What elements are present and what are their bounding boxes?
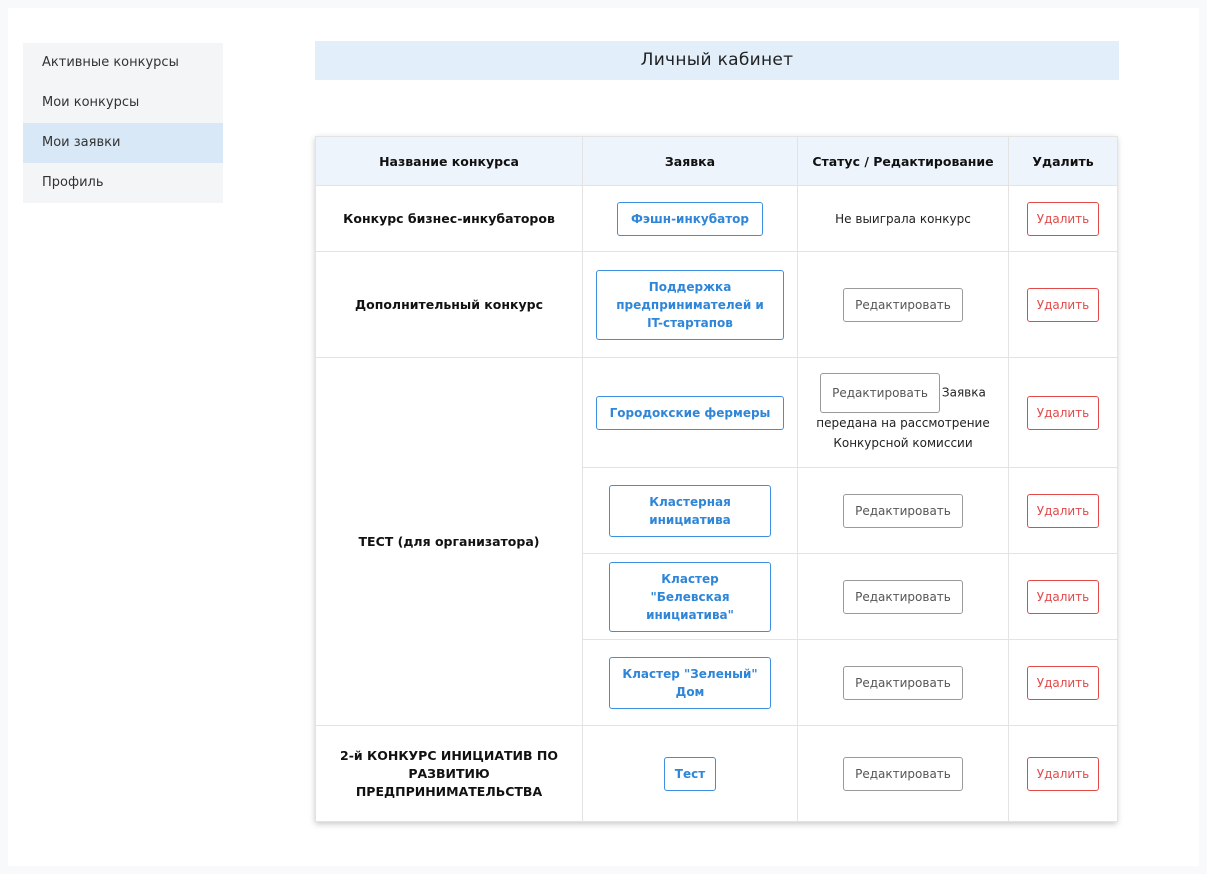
application-cell: Кластер "Белевская инициатива": [582, 553, 798, 640]
page-title: Личный кабинет: [315, 41, 1119, 80]
delete-cell: Удалить: [1008, 553, 1118, 640]
applications-table: Название конкурса Заявка Статус / Редакт…: [315, 136, 1118, 822]
delete-button[interactable]: Удалить: [1026, 756, 1100, 791]
application-cell: Тест: [582, 725, 798, 822]
status-cell: Редактировать: [797, 467, 1009, 554]
edit-button[interactable]: Редактировать: [843, 756, 963, 791]
application-button[interactable]: Кластер "Зеленый" Дом: [609, 656, 771, 709]
sidebar-item-active-contests[interactable]: Активные конкурсы: [23, 43, 223, 83]
edit-button[interactable]: Редактировать: [843, 287, 963, 322]
delete-button[interactable]: Удалить: [1026, 287, 1100, 322]
contest-name: Конкурс бизнес-инкубаторов: [315, 185, 583, 252]
delete-cell: Удалить: [1008, 725, 1118, 822]
status-cell: Редактировать Заявка передана на рассмотр…: [797, 357, 1009, 468]
delete-button[interactable]: Удалить: [1026, 493, 1100, 528]
application-button[interactable]: Городокские фермеры: [596, 395, 784, 430]
column-header-contest: Название конкурса: [315, 136, 583, 186]
applications-table-wrapper: Название конкурса Заявка Статус / Редакт…: [315, 136, 1118, 822]
application-button[interactable]: Кластерная инициатива: [609, 484, 771, 537]
column-header-status: Статус / Редактирование: [797, 136, 1009, 186]
edit-button[interactable]: Редактировать: [843, 579, 963, 614]
column-header-application: Заявка: [582, 136, 798, 186]
status-cell: Редактировать: [797, 725, 1009, 822]
table-row: 2-й КОНКУРС ИНИЦИАТИВ ПО РАЗВИТИЮ ПРЕДПР…: [315, 725, 1118, 822]
sidebar-item-profile[interactable]: Профиль: [23, 163, 223, 203]
application-cell: Поддержка предпринимателей и IT-стартапо…: [582, 251, 798, 358]
delete-cell: Удалить: [1008, 185, 1118, 252]
contest-name: ТЕСТ (для организатора): [315, 357, 583, 726]
application-button[interactable]: Тест: [663, 756, 717, 791]
contest-name: Дополнительный конкурс: [315, 251, 583, 358]
application-button[interactable]: Фэшн-инкубатор: [617, 201, 763, 236]
application-cell: Кластер "Зеленый" Дом: [582, 639, 798, 726]
sidebar-item-my-contests[interactable]: Мои конкурсы: [23, 83, 223, 123]
status-cell: Не выиграла конкурс: [797, 185, 1009, 252]
delete-cell: Удалить: [1008, 639, 1118, 726]
delete-button[interactable]: Удалить: [1026, 201, 1100, 236]
status-cell: Редактировать: [797, 251, 1009, 358]
delete-button[interactable]: Удалить: [1026, 665, 1100, 700]
sidebar: Активные конкурсы Мои конкурсы Мои заявк…: [23, 43, 223, 203]
delete-cell: Удалить: [1008, 251, 1118, 358]
edit-button[interactable]: Редактировать: [820, 372, 940, 413]
application-button[interactable]: Поддержка предпринимателей и IT-стартапо…: [596, 269, 784, 340]
delete-button[interactable]: Удалить: [1026, 579, 1100, 614]
delete-cell: Удалить: [1008, 357, 1118, 468]
status-block: Редактировать Заявка передана на рассмотр…: [810, 372, 996, 453]
column-header-delete: Удалить: [1008, 136, 1118, 186]
delete-cell: Удалить: [1008, 467, 1118, 554]
edit-button[interactable]: Редактировать: [843, 665, 963, 700]
status-cell: Редактировать: [797, 553, 1009, 640]
delete-button[interactable]: Удалить: [1026, 395, 1100, 430]
application-cell: Кластерная инициатива: [582, 467, 798, 554]
application-cell: Фэшн-инкубатор: [582, 185, 798, 252]
table-row: Конкурс бизнес-инкубаторов Фэшн-инкубато…: [315, 185, 1118, 252]
status-text: Не выиграла конкурс: [835, 211, 971, 226]
table-header-row: Название конкурса Заявка Статус / Редакт…: [315, 136, 1118, 186]
edit-button[interactable]: Редактировать: [843, 493, 963, 528]
application-button[interactable]: Кластер "Белевская инициатива": [609, 561, 771, 632]
table-row: ТЕСТ (для организатора) Городокские ферм…: [315, 357, 1118, 726]
application-cell: Городокские фермеры: [582, 357, 798, 468]
contest-name: 2-й КОНКУРС ИНИЦИАТИВ ПО РАЗВИТИЮ ПРЕДПР…: [315, 725, 583, 822]
table-row: Дополнительный конкурс Поддержка предпри…: [315, 251, 1118, 358]
sidebar-item-my-applications[interactable]: Мои заявки: [23, 123, 223, 163]
status-cell: Редактировать: [797, 639, 1009, 726]
